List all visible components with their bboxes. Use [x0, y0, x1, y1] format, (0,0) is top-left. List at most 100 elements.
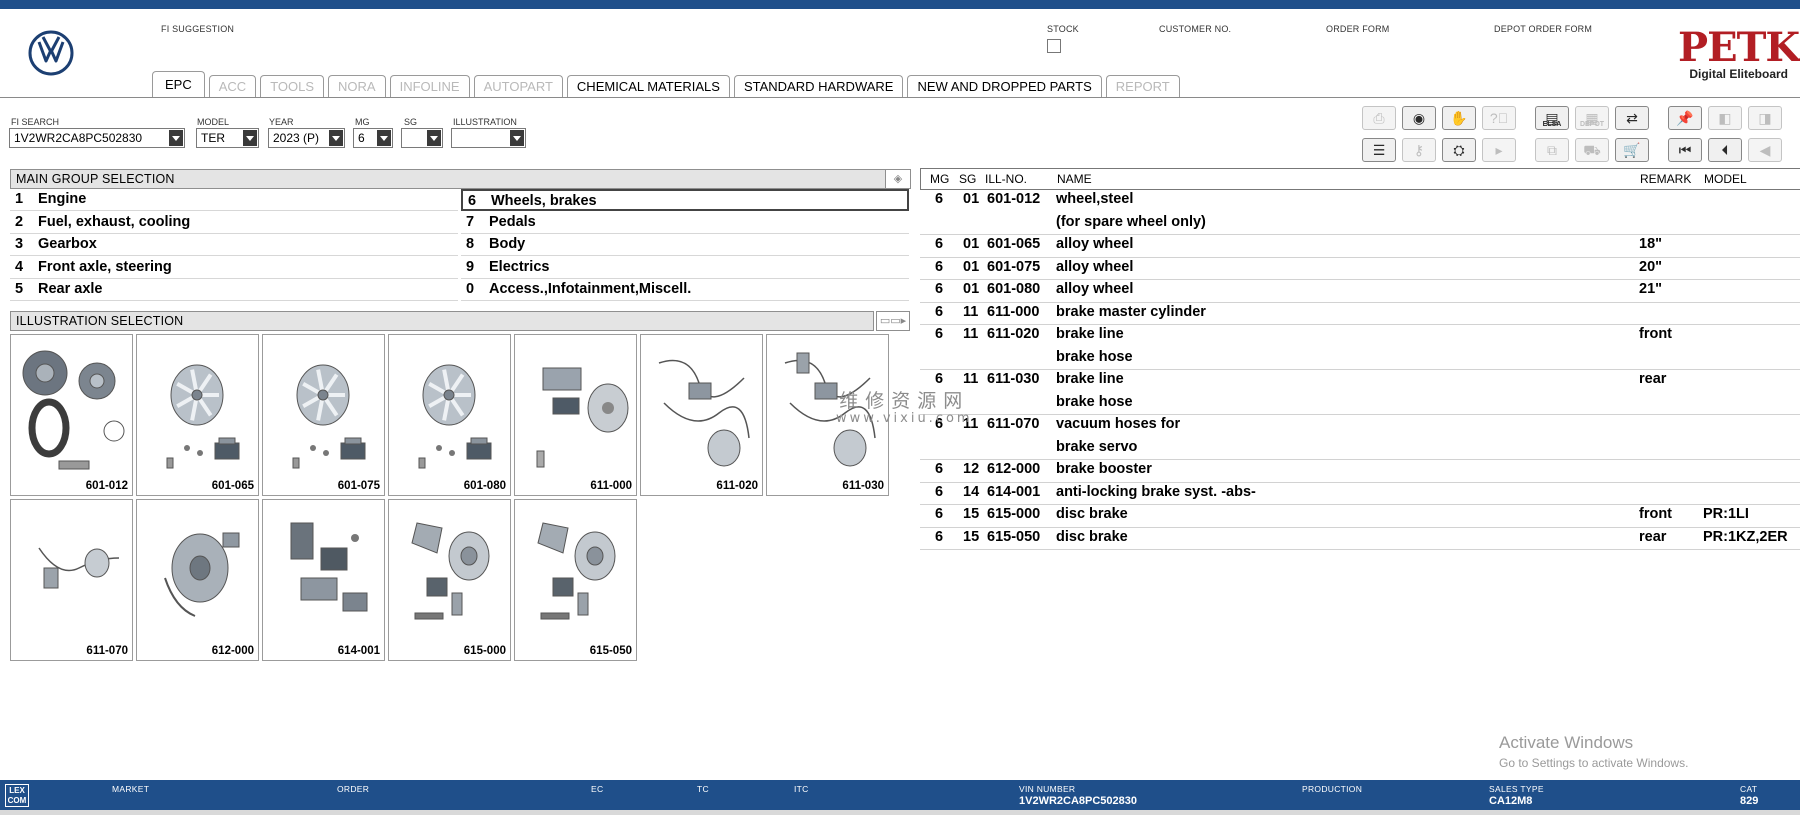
print-button[interactable]: ⎙	[1362, 106, 1396, 130]
tab-autopart[interactable]: AUTOPART	[473, 75, 563, 98]
main-group-item-9[interactable]: 9 Electrics	[461, 257, 909, 279]
depot-order-form-label[interactable]: DEPOT ORDER FORM	[1494, 24, 1592, 34]
chevron-down-icon[interactable]	[329, 130, 343, 146]
page-next-button[interactable]: ◨	[1748, 106, 1782, 130]
cell-model: PR:1KZ,2ER	[1703, 528, 1788, 545]
main-group-item-6[interactable]: 6 Wheels, brakes	[461, 189, 909, 211]
main-group-number: 7	[466, 213, 475, 230]
main-group-label: Rear axle	[38, 281, 103, 297]
cell-ill: 615-000	[987, 506, 1041, 522]
illustration-thumbnail[interactable]: 612-000	[136, 499, 259, 661]
play-button[interactable]: ▸	[1482, 138, 1516, 162]
cart-transfer-icon: ⇄	[1626, 110, 1638, 126]
depot-button[interactable]: ▦ DEPOT	[1575, 106, 1609, 130]
main-group-item-4[interactable]: 4 Front axle, steering	[10, 257, 458, 279]
tab-chemical-materials[interactable]: CHEMICAL MATERIALS	[566, 75, 730, 98]
table-row[interactable]: 6 11 611-030 brake line brake hose rear	[920, 370, 1800, 415]
illustration-drawing	[38, 547, 120, 589]
main-group-item-1[interactable]: 1 Engine	[10, 189, 458, 211]
compare-button[interactable]: ⧉	[1535, 138, 1569, 162]
fi-search-combo[interactable]: 1V2WR2CA8PC502830	[9, 128, 185, 148]
illustration-thumbnail[interactable]: 601-075	[262, 334, 385, 496]
tab-epc[interactable]: EPC	[152, 71, 205, 98]
table-row[interactable]: 6 01 601-075 alloy wheel 20"	[920, 258, 1800, 280]
help-button[interactable]: ?⃝	[1482, 106, 1516, 130]
cell-mg: 6	[935, 326, 944, 342]
illustration-thumbnail[interactable]: 611-020	[640, 334, 763, 496]
chevron-down-icon[interactable]	[243, 130, 257, 146]
column-header-model[interactable]: MODEL	[1704, 169, 1747, 189]
column-header-illno[interactable]: ILL-NO.	[985, 169, 1027, 189]
illustration-thumbnail[interactable]: 615-000	[388, 499, 511, 661]
chevron-down-icon[interactable]	[510, 130, 524, 146]
cell-model: PR:1LI	[1703, 506, 1749, 522]
illustration-thumbnail[interactable]: 611-070	[10, 499, 133, 661]
table-row[interactable]: 6 11 611-000 brake master cylinder	[920, 303, 1800, 325]
sg-combo[interactable]	[401, 128, 443, 148]
handshake-button[interactable]: ✋	[1442, 106, 1476, 130]
first-button[interactable]: ⏮	[1668, 138, 1702, 162]
main-group-item-5[interactable]: 5 Rear axle	[10, 279, 458, 301]
tab-new-and-dropped-parts[interactable]: NEW AND DROPPED PARTS	[907, 75, 1102, 98]
table-row[interactable]: 6 01 601-065 alloy wheel 18"	[920, 235, 1800, 258]
elsa-button[interactable]: ▤ ELSA	[1535, 106, 1569, 130]
stock-checkbox[interactable]	[1047, 39, 1061, 53]
column-header-remark[interactable]: REMARK	[1640, 169, 1691, 189]
tab-tools[interactable]: TOOLS	[260, 75, 325, 98]
order-form-label[interactable]: ORDER FORM	[1326, 24, 1390, 34]
illustration-thumbnail[interactable]: 601-080	[388, 334, 511, 496]
tab-acc[interactable]: ACC	[208, 75, 257, 98]
cell-ill: 611-030	[987, 371, 1040, 387]
eye-hide-icon[interactable]: ◈	[885, 169, 911, 189]
illustration-drawing	[292, 364, 366, 469]
chevron-down-icon[interactable]	[169, 130, 183, 146]
table-row[interactable]: 6 01 601-012 wheel,steel (for spare wheel on…	[920, 190, 1800, 235]
main-group-item-2[interactable]: 2 Fuel, exhaust, cooling	[10, 212, 458, 234]
disc-button[interactable]: ◉	[1402, 106, 1436, 130]
table-row[interactable]: 6 14 614-001 anti-locking brake syst. -abs-	[920, 483, 1800, 505]
illustration-combo[interactable]	[451, 128, 526, 148]
column-header-mg[interactable]: MG	[930, 169, 949, 189]
tab-nora[interactable]: NORA	[328, 75, 386, 98]
cart-user-button[interactable]: ⛟	[1575, 138, 1609, 162]
cell-name: (for spare wheel only)	[1056, 213, 1206, 230]
model-combo[interactable]: TER	[196, 128, 259, 148]
illustration-thumbnail[interactable]: 614-001	[262, 499, 385, 661]
previous-button[interactable]: ⏴	[1708, 138, 1742, 162]
column-header-name[interactable]: NAME	[1057, 169, 1092, 189]
tab-standard-hardware[interactable]: STANDARD HARDWARE	[733, 75, 904, 98]
list-button[interactable]: ☰	[1362, 138, 1396, 162]
cell-mg: 6	[935, 281, 944, 297]
main-group-item-3[interactable]: 3 Gearbox	[10, 234, 458, 256]
chevron-down-icon[interactable]	[377, 130, 391, 146]
pin-button[interactable]: 📌	[1668, 106, 1702, 130]
main-group-item-7[interactable]: 7 Pedals	[461, 212, 909, 234]
main-group-item-0[interactable]: 0 Access.,Infotainment,Miscell.	[461, 279, 909, 301]
tab-infoline[interactable]: INFOLINE	[389, 75, 470, 98]
back-button[interactable]: ◀	[1748, 138, 1782, 162]
table-row[interactable]: 6 15 615-050 disc brake rear PR:1KZ,2ER	[920, 528, 1800, 550]
view-toggle-icon[interactable]: ▭▭▸	[876, 311, 910, 331]
chevron-down-icon[interactable]	[427, 130, 441, 146]
mg-combo[interactable]: 6	[353, 128, 393, 148]
illustration-thumbnail[interactable]: 601-065	[136, 334, 259, 496]
main-group-item-8[interactable]: 8 Body	[461, 234, 909, 256]
illustration-thumbnail[interactable]: 615-050	[514, 499, 637, 661]
illustration-thumbnail[interactable]: 611-000	[514, 334, 637, 496]
column-header-sg[interactable]: SG	[959, 169, 976, 189]
cell-sg: 12	[963, 461, 980, 477]
page-prev-button[interactable]: ◧	[1708, 106, 1742, 130]
vehicle-button[interactable]: ⛭	[1442, 138, 1476, 162]
tab-report[interactable]: REPORT	[1105, 75, 1180, 98]
cart-button[interactable]: 🛒	[1615, 138, 1649, 162]
year-combo[interactable]: 2023 (P)	[268, 128, 345, 148]
table-row[interactable]: 6 15 615-000 disc brake front PR:1LI	[920, 505, 1800, 528]
illustration-number: 611-030	[842, 480, 884, 492]
table-row[interactable]: 6 11 611-020 brake line brake hose front	[920, 325, 1800, 370]
table-row[interactable]: 6 11 611-070 vacuum hoses for brake servo	[920, 415, 1800, 460]
illustration-thumbnail[interactable]: 601-012	[10, 334, 133, 496]
cart-transfer-button[interactable]: ⇄	[1615, 106, 1649, 130]
table-row[interactable]: 6 01 601-080 alloy wheel 21"	[920, 280, 1800, 303]
key-button[interactable]: ⚷	[1402, 138, 1436, 162]
table-row[interactable]: 6 12 612-000 brake booster	[920, 460, 1800, 483]
